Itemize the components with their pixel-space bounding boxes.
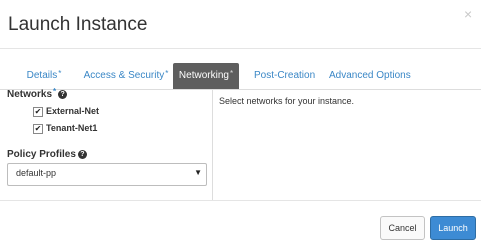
question-circle-icon: ? (77, 150, 87, 159)
tab-advanced-options[interactable]: Advanced Options (329, 63, 411, 89)
networks-label-text: Networks (7, 89, 53, 100)
tab-label: Details (26, 70, 58, 81)
networks-label: Networks*? (7, 87, 68, 100)
tab-label: Networking (178, 70, 229, 81)
required-marker: * (229, 69, 234, 78)
question-circle-icon: ? (58, 90, 68, 99)
tab-networking[interactable]: Networking* (173, 63, 239, 89)
policy-profiles-label-text: Policy Profiles (7, 149, 76, 160)
caret-down-icon: ▼ (194, 168, 202, 177)
close-icon[interactable]: × (464, 6, 472, 22)
tab-label: Advanced Options (329, 70, 411, 81)
required-marker: * (165, 69, 169, 78)
dialog-title: Launch Instance (8, 14, 148, 35)
tab-post-creation[interactable]: Post-Creation (254, 63, 315, 89)
required-marker: * (58, 69, 62, 78)
footer-divider (0, 200, 481, 201)
checkbox-tenant-net1[interactable]: ✔ (33, 124, 43, 134)
tab-label: Access & Security (83, 70, 165, 81)
header-divider (0, 48, 481, 49)
policy-profile-select[interactable]: default-pp ▼ (7, 163, 207, 186)
tabs-divider (0, 89, 481, 90)
checkbox-external-net[interactable]: ✔ (33, 107, 43, 117)
network-label-tenant-net1: Tenant-Net1 (46, 123, 98, 133)
vertical-divider (212, 90, 213, 200)
tab-access-security[interactable]: Access & Security* (80, 63, 172, 89)
policy-profile-selected-value: default-pp (16, 168, 57, 178)
cancel-button[interactable]: Cancel (380, 216, 425, 240)
policy-profiles-label: Policy Profiles? (7, 149, 87, 160)
tab-label: Post-Creation (254, 70, 316, 81)
tab-details[interactable]: Details* (26, 63, 62, 89)
launch-button[interactable]: Launch (430, 216, 476, 240)
wizard-tabs: Details* Access & Security* Networking* … (16, 63, 481, 89)
networking-description: Select networks for your instance. (219, 96, 355, 106)
network-label-external-net: External-Net (46, 106, 100, 116)
required-marker: * (53, 87, 57, 96)
